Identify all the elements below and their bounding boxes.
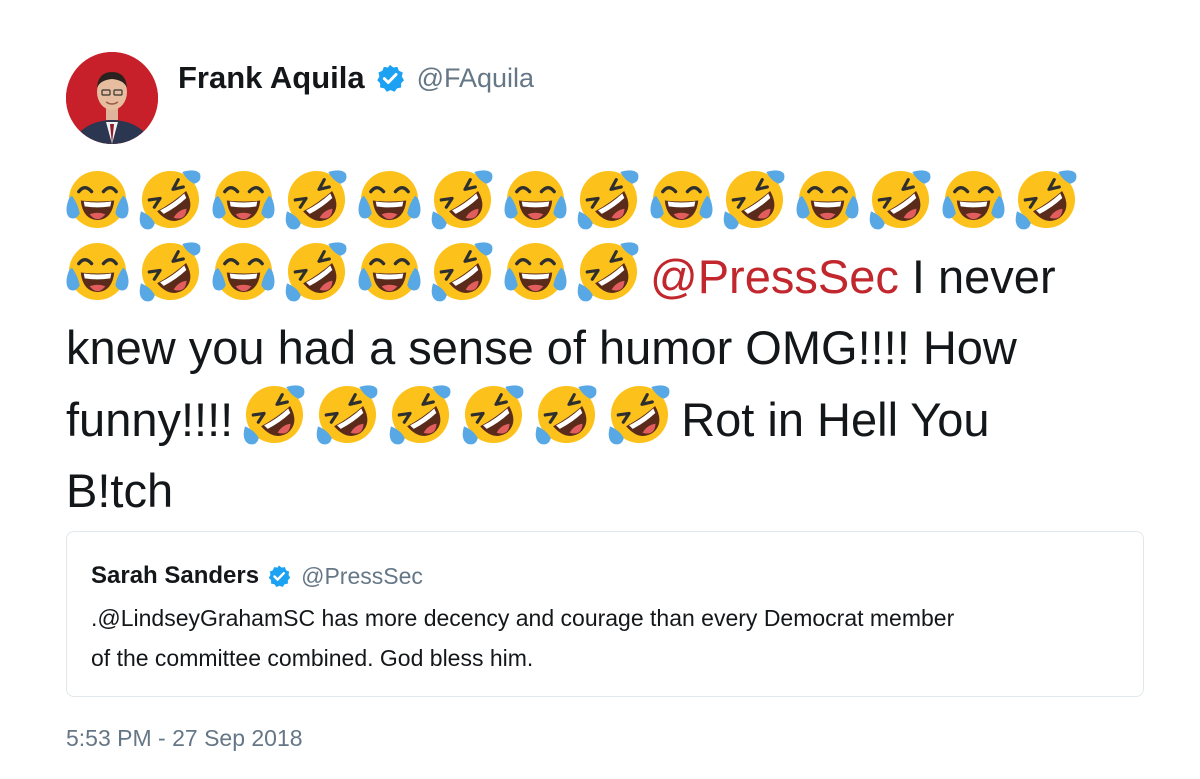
rolling-on-floor-laughing-icon	[869, 168, 932, 231]
face-with-tears-of-joy-icon	[66, 240, 129, 303]
face-with-tears-of-joy-icon	[358, 240, 421, 303]
tweet-line-3: knew you had a sense of humor OMG!!!! Ho…	[66, 312, 1166, 383]
tweet-text-segment: Rot in Hell You	[681, 393, 990, 446]
face-with-tears-of-joy-icon	[650, 168, 713, 231]
quoted-text-line: of the committee combined. God bless him…	[91, 645, 534, 671]
rolling-on-floor-laughing-icon	[577, 240, 640, 303]
quoted-author-name: Sarah Sanders	[91, 562, 260, 589]
tweet-line-5: B!tch	[66, 455, 1166, 526]
rolling-on-floor-laughing-icon	[139, 240, 202, 303]
tweet-text-segment: I never	[911, 250, 1056, 303]
mention-link[interactable]: @PressSec	[650, 250, 899, 303]
face-with-tears-of-joy-icon	[358, 168, 421, 231]
rolling-on-floor-laughing-icon	[285, 240, 348, 303]
tweet-text-segment: knew you had a sense of humor OMG!!!! Ho…	[66, 321, 1017, 374]
rolling-on-floor-laughing-icon	[243, 383, 306, 446]
tweet-text-segment: B!tch	[66, 464, 174, 517]
tweet: Frank Aquila @FAquila @PressSec I never …	[0, 0, 1200, 779]
emoji-row-1	[66, 170, 1078, 231]
tweet-timestamp[interactable]: 5:53 PM - 27 Sep 2018	[66, 725, 303, 752]
face-with-tears-of-joy-icon	[66, 168, 129, 231]
rolling-on-floor-laughing-icon	[389, 383, 452, 446]
rolling-on-floor-laughing-icon	[285, 168, 348, 231]
author-line: Frank Aquila @FAquila	[178, 56, 534, 100]
author-name[interactable]: Frank Aquila	[178, 60, 365, 96]
emoji-row-3	[243, 385, 681, 446]
rolling-on-floor-laughing-icon	[316, 383, 379, 446]
quoted-author-line: Sarah Sanders @PressSec	[91, 558, 423, 594]
tweet-line-1	[66, 168, 1166, 240]
quoted-tweet-text: .@LindseyGrahamSC has more decency and c…	[91, 598, 1121, 678]
rolling-on-floor-laughing-icon	[608, 383, 671, 446]
rolling-on-floor-laughing-icon	[139, 168, 202, 231]
quoted-author-handle: @PressSec	[301, 562, 423, 589]
author-handle[interactable]: @FAquila	[417, 63, 534, 94]
face-with-tears-of-joy-icon	[504, 168, 567, 231]
avatar-photo	[66, 52, 158, 144]
quoted-tweet-card[interactable]: Sarah Sanders @PressSec .@LindseyGrahamS…	[66, 531, 1144, 697]
rolling-on-floor-laughing-icon	[535, 383, 598, 446]
quoted-text-line: .@LindseyGrahamSC has more decency and c…	[91, 605, 955, 631]
face-with-tears-of-joy-icon	[796, 168, 859, 231]
face-with-tears-of-joy-icon	[942, 168, 1005, 231]
face-with-tears-of-joy-icon	[504, 240, 567, 303]
tweet-line-4: funny!!!! Rot in Hell You	[66, 383, 1166, 455]
rolling-on-floor-laughing-icon	[1015, 168, 1078, 231]
face-with-tears-of-joy-icon	[212, 240, 275, 303]
author-avatar[interactable]	[66, 52, 158, 144]
tweet-text-segment: funny!!!!	[66, 393, 234, 446]
verified-badge-icon	[375, 63, 405, 93]
tweet-line-2: @PressSec I never	[66, 240, 1166, 312]
face-with-tears-of-joy-icon	[212, 168, 275, 231]
rolling-on-floor-laughing-icon	[577, 168, 640, 231]
rolling-on-floor-laughing-icon	[431, 168, 494, 231]
verified-badge-icon	[267, 564, 291, 588]
emoji-row-2	[66, 242, 650, 303]
rolling-on-floor-laughing-icon	[462, 383, 525, 446]
tweet-text: @PressSec I never knew you had a sense o…	[66, 168, 1166, 526]
rolling-on-floor-laughing-icon	[431, 240, 494, 303]
rolling-on-floor-laughing-icon	[723, 168, 786, 231]
